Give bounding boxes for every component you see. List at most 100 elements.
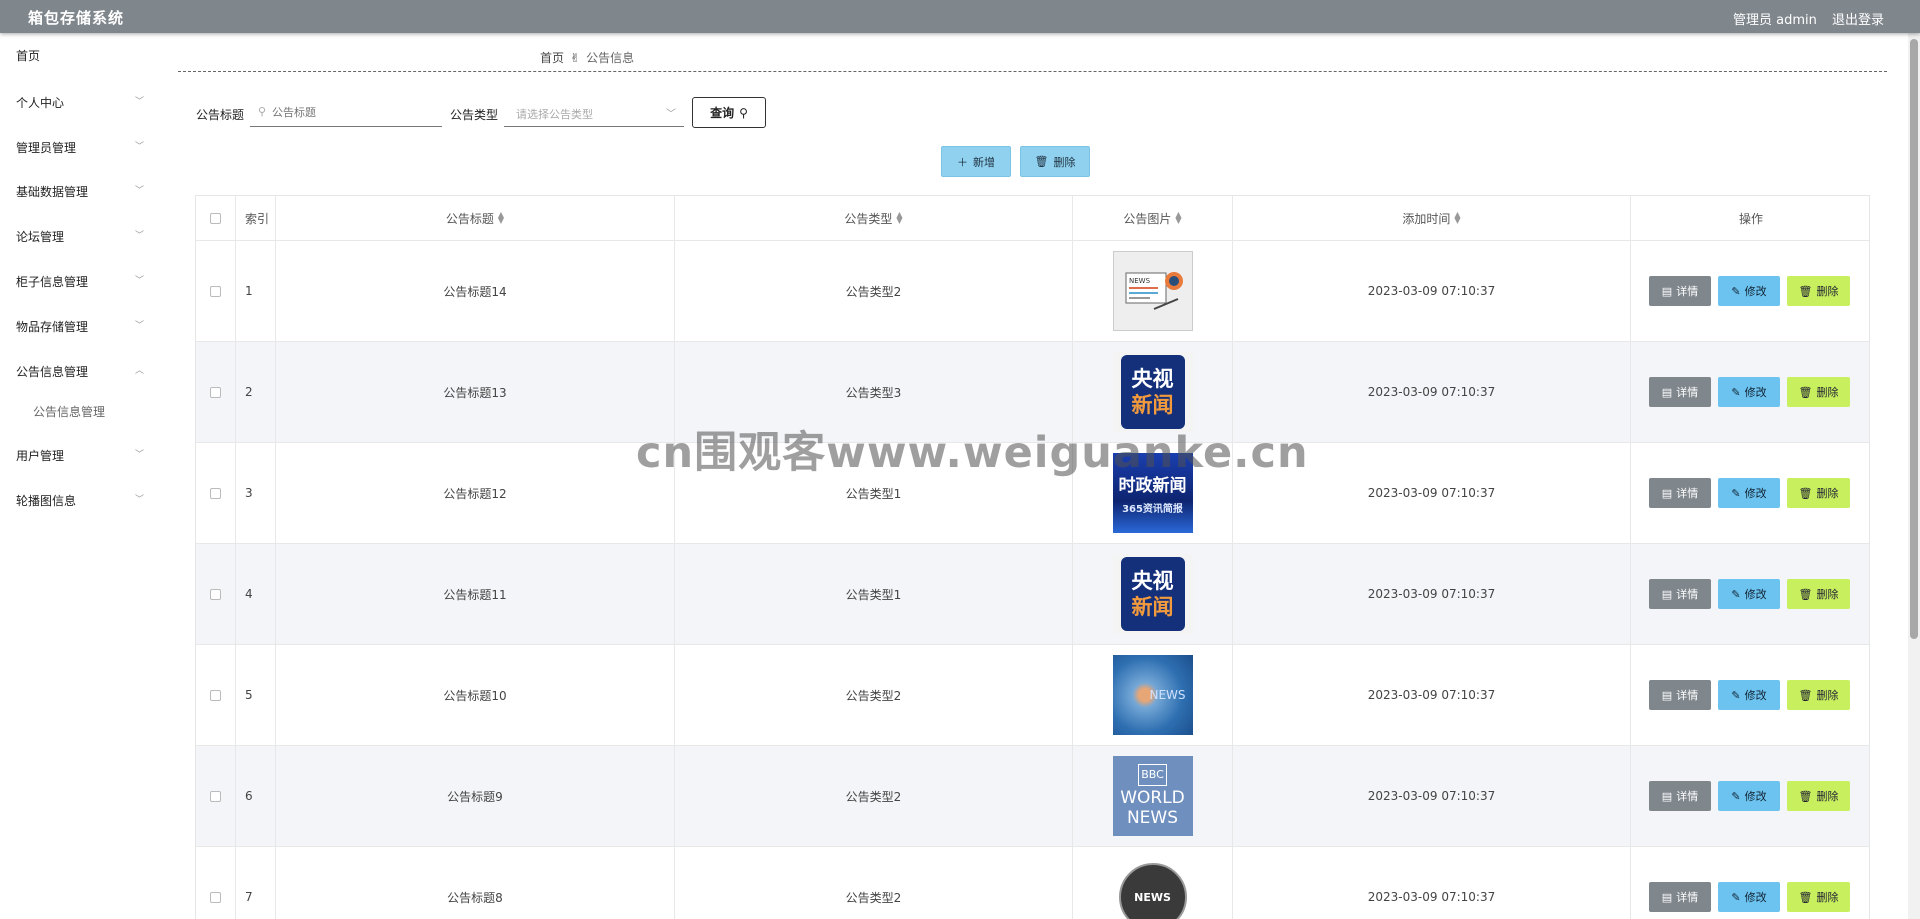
detail-button[interactable]: ▤ 详情	[1649, 478, 1711, 508]
row-checkbox[interactable]	[210, 790, 221, 802]
doc-icon: ▤	[1661, 890, 1673, 904]
ops-cell: ▤ 详情 ✎ 修改 🗑 删除	[1631, 342, 1869, 442]
add-button[interactable]: ＋ 新增	[941, 146, 1011, 177]
sidebar-item-carousel[interactable]: 轮播图信息 ﹀	[16, 492, 144, 512]
edit-button[interactable]: ✎ 修改	[1718, 377, 1780, 407]
delete-button[interactable]: 🗑 删除	[1787, 882, 1850, 912]
edit-label: 修改	[1744, 689, 1767, 702]
header-select-cell	[196, 196, 236, 240]
sort-icon[interactable]: ▲ ▼	[1175, 211, 1181, 225]
sidebar-item-forum[interactable]: 论坛管理 ﹀	[16, 228, 144, 248]
row-time: 2023-03-09 07:10:37	[1367, 688, 1496, 702]
index-cell: 4	[236, 544, 276, 644]
delete-button[interactable]: 🗑 删除	[1787, 377, 1850, 407]
ops-cell: ▤ 详情 ✎ 修改 🗑 删除	[1631, 746, 1869, 846]
header-type-label: 公告类型	[844, 211, 893, 226]
time-cell: 2023-03-09 07:10:37	[1233, 443, 1631, 543]
chevron-down-icon: ﹀	[134, 186, 144, 196]
edit-button[interactable]: ✎ 修改	[1718, 781, 1780, 811]
notice-image: NEWS	[1112, 655, 1193, 735]
sort-icon[interactable]: ▲ ▼	[498, 211, 504, 225]
select-cell	[196, 544, 236, 644]
detail-label: 详情	[1676, 487, 1699, 500]
row-checkbox[interactable]	[210, 588, 221, 600]
delete-button[interactable]: 🗑 删除	[1787, 781, 1850, 811]
detail-button[interactable]: ▤ 详情	[1649, 882, 1711, 912]
sidebar-item-profile[interactable]: 个人中心 ﹀	[16, 94, 144, 114]
row-checkbox[interactable]	[210, 487, 221, 499]
sidebar-item-label: 基础数据管理	[16, 185, 89, 199]
image-cell: NEWS	[1073, 241, 1233, 341]
sidebar-subitem-notice-manage[interactable]: 公告信息管理	[33, 403, 105, 420]
type-select[interactable]: 请选择公告类型 ﹀	[504, 99, 684, 127]
sort-icon[interactable]: ▲ ▼	[896, 211, 902, 225]
notice-image: 时政新闻 365资讯简报	[1112, 453, 1193, 533]
header-title[interactable]: 公告标题 ▲ ▼	[276, 196, 675, 240]
add-button-label: 新增	[973, 155, 995, 169]
ops-cell: ▤ 详情 ✎ 修改 🗑 删除	[1631, 241, 1869, 341]
sidebar-item-cabinet[interactable]: 柜子信息管理 ﹀	[16, 273, 144, 293]
delete-button[interactable]: 🗑 删除	[1787, 579, 1850, 609]
header-time[interactable]: 添加时间 ▲ ▼	[1233, 196, 1631, 240]
edit-button[interactable]: ✎ 修改	[1718, 680, 1780, 710]
sort-icon[interactable]: ▲ ▼	[1454, 211, 1460, 225]
title-search-input[interactable]	[250, 99, 442, 125]
breadcrumb-home[interactable]: 首页	[540, 51, 564, 65]
edit-button[interactable]: ✎ 修改	[1718, 882, 1780, 912]
detail-button[interactable]: ▤ 详情	[1649, 781, 1711, 811]
notice-image: BBC WORLD NEWS	[1112, 756, 1193, 836]
logout-link[interactable]: 退出登录	[1832, 9, 1884, 28]
type-cell: 公告类型2	[675, 746, 1073, 846]
row-index: 4	[245, 587, 253, 601]
row-time: 2023-03-09 07:10:37	[1367, 486, 1496, 500]
type-cell: 公告类型1	[675, 544, 1073, 644]
edit-button[interactable]: ✎ 修改	[1718, 276, 1780, 306]
edit-button[interactable]: ✎ 修改	[1718, 579, 1780, 609]
page-scrollbar[interactable]	[1908, 33, 1920, 919]
time-cell: 2023-03-09 07:10:37	[1233, 241, 1631, 341]
sidebar-item-storage[interactable]: 物品存储管理 ﹀	[16, 318, 144, 338]
sidebar-item-label: 柜子信息管理	[16, 275, 89, 289]
header-type[interactable]: 公告类型 ▲ ▼	[675, 196, 1073, 240]
breadcrumb-divider	[178, 71, 1887, 72]
edit-button[interactable]: ✎ 修改	[1718, 478, 1780, 508]
select-all-checkbox[interactable]	[210, 212, 221, 224]
row-checkbox[interactable]	[210, 285, 221, 297]
type-cell: 公告类型2	[675, 847, 1073, 919]
pencil-icon: ✎	[1731, 890, 1741, 904]
trash-icon: 🗑	[1798, 688, 1813, 702]
sidebar-item-admin[interactable]: 管理员管理 ﹀	[16, 139, 144, 159]
sidebar-item-notice[interactable]: 公告信息管理 ︿	[16, 363, 144, 383]
delete-label: 删除	[1816, 891, 1839, 904]
header-index: 索引	[236, 196, 276, 240]
index-cell: 7	[236, 847, 276, 919]
title-search-label: 公告标题	[196, 108, 245, 122]
detail-button[interactable]: ▤ 详情	[1649, 377, 1711, 407]
query-button[interactable]: 查询 ⚲	[692, 97, 766, 128]
scrollbar-thumb[interactable]	[1910, 39, 1918, 639]
header-image[interactable]: 公告图片 ▲ ▼	[1073, 196, 1233, 240]
title-cell: 公告标题8	[276, 847, 675, 919]
delete-button[interactable]: 🗑 删除	[1787, 276, 1850, 306]
detail-button[interactable]: ▤ 详情	[1649, 276, 1711, 306]
batch-delete-button[interactable]: 🗑 删除	[1020, 146, 1090, 177]
detail-button[interactable]: ▤ 详情	[1649, 680, 1711, 710]
delete-button[interactable]: 🗑 删除	[1787, 478, 1850, 508]
sidebar-item-users[interactable]: 用户管理 ﹀	[16, 447, 144, 467]
row-index: 2	[245, 385, 253, 399]
row-checkbox[interactable]	[210, 386, 221, 398]
title-search-field[interactable]: ⚲	[250, 99, 442, 127]
delete-button[interactable]: 🗑 删除	[1787, 680, 1850, 710]
row-checkbox[interactable]	[210, 891, 221, 903]
sidebar-item-home[interactable]: 首页	[16, 47, 144, 67]
pencil-icon: ✎	[1731, 284, 1741, 298]
notice-table: 索引 公告标题 ▲ ▼ 公告类型 ▲ ▼ 公告图片 ▲ ▼ 添加时间 ▲ ▼ 操作 1 公告标题1…	[195, 195, 1870, 919]
detail-button[interactable]: ▤ 详情	[1649, 579, 1711, 609]
sidebar-item-basic-data[interactable]: 基础数据管理 ﹀	[16, 183, 144, 203]
type-select-placeholder: 请选择公告类型	[516, 108, 593, 121]
row-checkbox[interactable]	[210, 689, 221, 701]
row-title: 公告标题13	[443, 385, 507, 400]
row-index: 1	[245, 284, 253, 298]
trash-icon: 🗑	[1798, 890, 1813, 904]
time-cell: 2023-03-09 07:10:37	[1233, 342, 1631, 442]
